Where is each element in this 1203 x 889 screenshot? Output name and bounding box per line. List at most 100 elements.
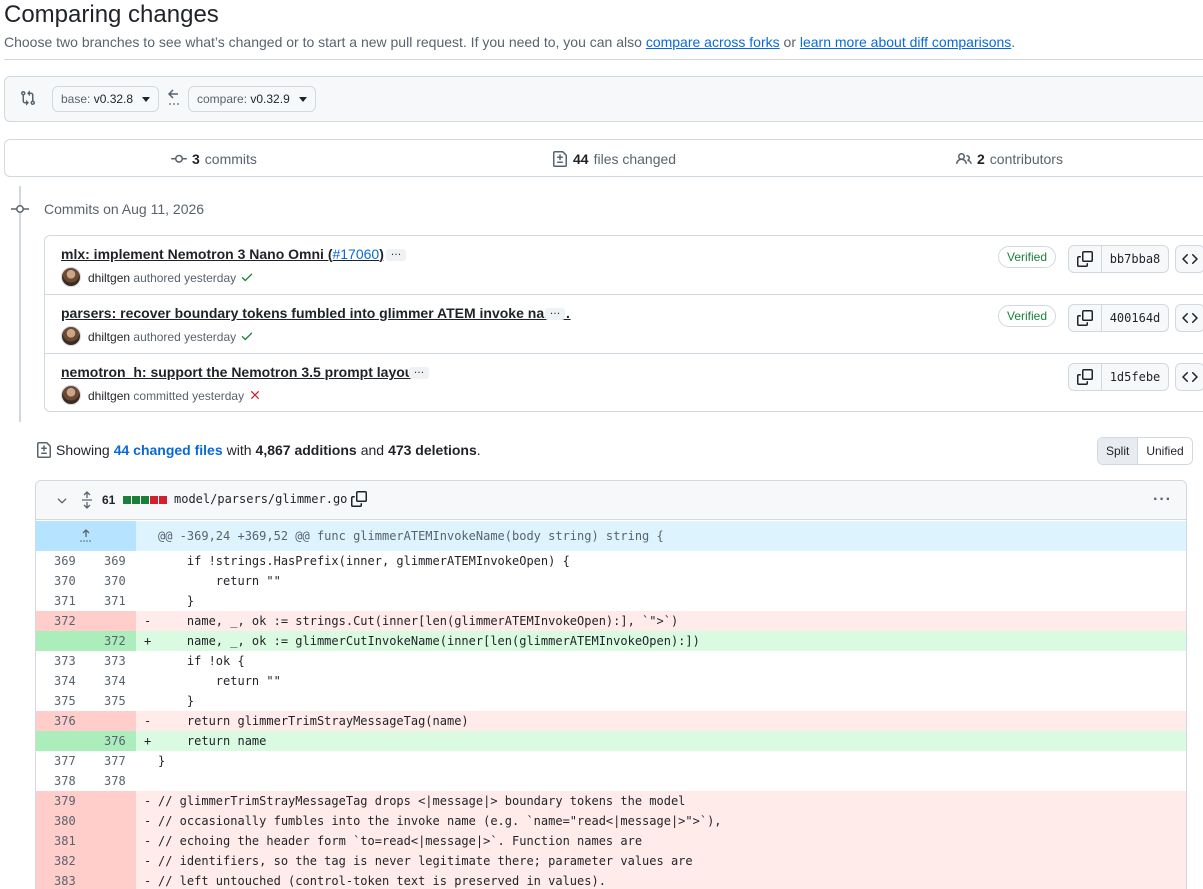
new-line-number[interactable] [86, 831, 136, 851]
line-code: return name [158, 734, 267, 748]
compare-label: compare: [197, 92, 248, 106]
avatar[interactable] [61, 385, 81, 405]
new-line-number[interactable] [86, 791, 136, 811]
diff-marker: - [144, 714, 152, 728]
check-icon[interactable] [240, 329, 254, 343]
diff-marker: - [144, 614, 152, 628]
new-line-number[interactable] [86, 611, 136, 631]
expand-message-button[interactable]: … [545, 306, 565, 320]
verified-badge[interactable]: Verified [998, 246, 1057, 268]
line-code: return "" [158, 574, 281, 588]
avatar[interactable] [61, 326, 81, 346]
compare-branch-select[interactable]: compare: v0.32.9 [188, 86, 317, 112]
new-line-number[interactable]: 374 [86, 671, 136, 691]
deletions-count: 473 deletions [388, 442, 477, 458]
old-line-number[interactable]: 376 [36, 711, 86, 731]
commit-list: mlx: implement Nemotron 3 Nano Omni (#17… [44, 235, 1203, 412]
commit-action: authored yesterday [133, 330, 237, 344]
old-line-number[interactable]: 372 [36, 611, 86, 631]
diff-marker: + [144, 734, 152, 748]
old-line-number[interactable]: 375 [36, 691, 86, 711]
new-line-number[interactable]: 371 [86, 591, 136, 611]
old-line-number[interactable]: 374 [36, 671, 86, 691]
commit-row: nemotron_h: support the Nemotron 3.5 pro… [45, 354, 1203, 413]
learn-more-link[interactable]: learn more about diff comparisons [800, 34, 1011, 50]
old-line-number[interactable]: 373 [36, 651, 86, 671]
commits-tab[interactable]: 3 commits [171, 151, 257, 167]
commit-author-line: dhiltgen authored yesterday [88, 329, 254, 344]
kebab-icon[interactable]: ··· [1153, 491, 1172, 509]
new-line-number[interactable] [86, 711, 136, 731]
new-line-number[interactable]: 378 [86, 771, 136, 791]
new-line-number[interactable]: 369 [86, 551, 136, 571]
new-line-number[interactable] [86, 851, 136, 871]
chevron-down-icon [142, 97, 151, 103]
new-line-number[interactable] [86, 871, 136, 889]
copy-sha-button[interactable] [1068, 245, 1102, 273]
expand-up-button[interactable] [36, 521, 136, 551]
unified-view-button[interactable]: Unified [1137, 438, 1192, 464]
people-icon [956, 152, 972, 165]
old-line-number[interactable] [36, 631, 86, 651]
new-line-number[interactable]: 373 [86, 651, 136, 671]
code-icon [1182, 312, 1198, 324]
base-branch-select[interactable]: base: v0.32.8 [52, 86, 160, 112]
pr-link[interactable]: #17060 [332, 246, 379, 262]
new-line-number[interactable]: 375 [86, 691, 136, 711]
diff-summary: Showing 44 changed files with 4,867 addi… [36, 442, 481, 458]
verified-badge[interactable]: Verified [998, 305, 1057, 327]
browse-repo-button[interactable] [1175, 363, 1203, 391]
old-line-number[interactable]: 379 [36, 791, 86, 811]
diff-line-deleted: 380 -// occasionally fumbles into the inv… [36, 811, 1186, 831]
commit-sha-link[interactable]: 1d5febe [1101, 363, 1169, 391]
author-link[interactable]: dhiltgen [88, 389, 130, 403]
browse-repo-button[interactable] [1175, 245, 1203, 273]
chevron-down-icon[interactable] [55, 494, 69, 508]
subtitle-or: or [783, 34, 796, 50]
old-line-number[interactable]: 377 [36, 751, 86, 771]
author-link[interactable]: dhiltgen [88, 330, 130, 344]
new-line-number[interactable]: 372 [86, 631, 136, 651]
contributors-tab[interactable]: 2 contributors [956, 151, 1063, 167]
old-line-number[interactable]: 378 [36, 771, 86, 791]
new-line-number[interactable]: 370 [86, 571, 136, 591]
commit-title-link[interactable]: nemotron_h: support the Nemotron 3.5 pro… [61, 364, 418, 380]
old-line-number[interactable]: 383 [36, 871, 86, 889]
unfold-icon[interactable] [80, 491, 94, 509]
diffstat-bar [123, 496, 167, 504]
commit-sha-link[interactable]: 400164d [1101, 304, 1169, 332]
line-code: } [158, 694, 195, 708]
old-line-number[interactable] [36, 731, 86, 751]
author-link[interactable]: dhiltgen [88, 271, 130, 285]
copy-icon[interactable] [351, 491, 367, 507]
commit-row: parsers: recover boundary tokens fumbled… [45, 295, 1203, 354]
old-line-number[interactable]: 381 [36, 831, 86, 851]
old-line-number[interactable]: 382 [36, 851, 86, 871]
copy-sha-button[interactable] [1068, 304, 1102, 332]
browse-repo-button[interactable] [1175, 304, 1203, 332]
expand-message-button[interactable]: … [386, 247, 406, 261]
old-line-number[interactable]: 380 [36, 811, 86, 831]
file-path-link[interactable]: model/parsers/glimmer.go [174, 492, 347, 506]
old-line-number[interactable]: 371 [36, 591, 86, 611]
commit-sha-link[interactable]: bb7bba8 [1101, 245, 1169, 273]
old-line-number[interactable]: 370 [36, 571, 86, 591]
new-line-number[interactable]: 377 [86, 751, 136, 771]
commit-title-link[interactable]: parsers: recover boundary tokens fumbled… [61, 305, 571, 321]
copy-sha-button[interactable] [1068, 363, 1102, 391]
code-icon [1182, 253, 1198, 265]
new-line-number[interactable] [86, 811, 136, 831]
commit-title-link[interactable]: mlx: implement Nemotron 3 Nano Omni (#17… [61, 246, 384, 262]
split-view-button[interactable]: Split [1098, 438, 1138, 464]
avatar[interactable] [61, 267, 81, 287]
x-icon[interactable] [248, 388, 262, 402]
expand-message-button[interactable]: … [409, 365, 429, 379]
compare-across-forks-link[interactable]: compare across forks [646, 34, 780, 50]
check-icon[interactable] [240, 270, 254, 284]
changed-files-link[interactable]: 44 changed files [114, 442, 223, 458]
with-label: with [226, 442, 252, 458]
diff-line-added: 376 + return name [36, 731, 1186, 751]
new-line-number[interactable]: 376 [86, 731, 136, 751]
files-changed-tab[interactable]: 44 files changed [552, 151, 676, 167]
old-line-number[interactable]: 369 [36, 551, 86, 571]
